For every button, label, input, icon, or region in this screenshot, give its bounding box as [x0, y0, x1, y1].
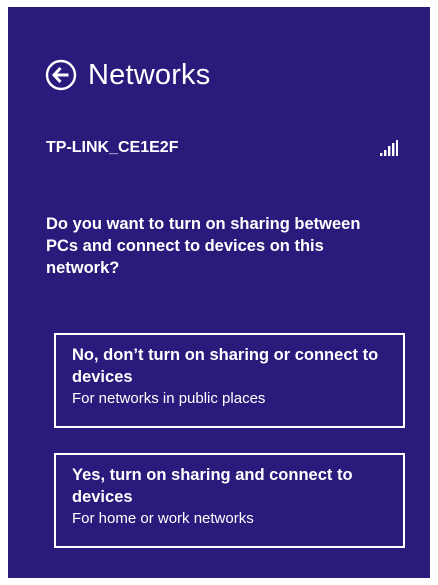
network-entry: TP-LINK_CE1E2F — [46, 134, 398, 156]
yes-sharing-option-button[interactable]: Yes, turn on sharing and connect to devi… — [54, 453, 405, 548]
option-subtitle: For home or work networks — [72, 510, 254, 527]
option-title: No, don’t turn on sharing or connect to … — [72, 346, 379, 386]
wifi-signal-bars-icon — [380, 140, 398, 156]
page-title: Networks — [88, 58, 211, 91]
option-title: Yes, turn on sharing and connect to devi… — [72, 466, 353, 506]
panel-header: Networks — [45, 59, 210, 91]
network-name: TP-LINK_CE1E2F — [46, 139, 179, 156]
back-arrow-circle-icon[interactable] — [45, 59, 77, 91]
networks-panel: Networks TP-LINK_CE1E2F Do you want to t… — [8, 7, 430, 578]
no-sharing-option-button[interactable]: No, don’t turn on sharing or connect to … — [54, 333, 405, 428]
option-subtitle: For networks in public places — [72, 390, 266, 407]
sharing-question: Do you want to turn on sharing between P… — [46, 215, 361, 277]
